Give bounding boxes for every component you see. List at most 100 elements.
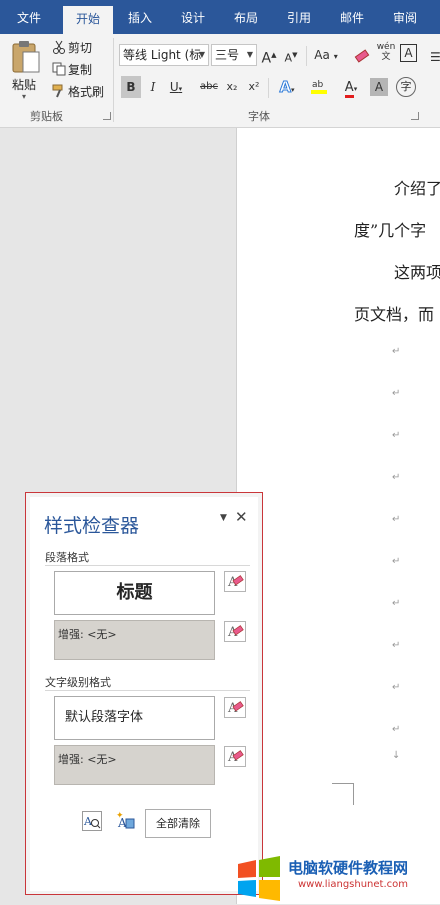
format-painter-label: 格式刷 — [68, 85, 105, 99]
strikethrough-button[interactable]: abc — [198, 76, 220, 98]
highlighter-icon: ab — [311, 80, 327, 94]
eraser-icon: A — [227, 750, 244, 765]
paragraph-style-box[interactable]: 标题 — [54, 571, 215, 615]
text-level-format-label: 文字级别格式 — [45, 676, 111, 689]
font-color-icon: A — [344, 80, 354, 98]
paragraph-mark-icon: ↵ — [392, 682, 401, 693]
underline-label: U — [169, 80, 179, 94]
reset-paragraph-style-button[interactable]: A — [224, 571, 246, 592]
italic-button[interactable]: I — [145, 76, 161, 98]
document-line: 度”几个字 — [354, 221, 427, 240]
paragraph-mark-icon: ↵ — [392, 514, 401, 525]
grow-font-icon: A — [261, 50, 272, 67]
paragraph-mark-icon: ↵ — [392, 430, 401, 441]
change-case-label: Aa — [314, 48, 330, 62]
reveal-formatting-button[interactable]: A — [82, 811, 102, 831]
new-style-button[interactable]: A ✦ — [114, 810, 136, 832]
pane-title: 样式检查器 — [44, 515, 140, 537]
section-divider — [45, 565, 250, 566]
text-plus-value: 增强: <无> — [58, 753, 117, 766]
change-case-button[interactable]: Aa ▾ — [310, 44, 342, 66]
phonetic-guide-button[interactable]: wén 文 — [376, 42, 396, 64]
divider — [306, 46, 307, 66]
shrink-font-button[interactable]: A▼ — [283, 44, 299, 66]
tab-insert[interactable]: 插入 — [117, 0, 163, 34]
chevron-down-icon: ▾ — [22, 92, 27, 101]
ribbon-home: 粘贴 ▾ 剪切 复制 格式刷 剪贴板 等线 Light (标 ▼ 三号 ▼ A▲… — [0, 34, 440, 128]
document-line: 介绍了 — [394, 179, 440, 198]
paragraph-mark-icon: ↵ — [392, 556, 401, 567]
style-inspector-body: 样式检查器 ▼ ✕ 段落格式 标题 A 增强: <无> A 文字级别格式 默认段… — [30, 497, 258, 891]
paragraph-mark-icon: ↵ — [392, 640, 401, 651]
clipboard-launcher-icon[interactable] — [103, 112, 111, 120]
chevron-down-icon: ▾ — [178, 85, 183, 93]
tab-references[interactable]: 引用 — [276, 0, 322, 34]
document-line: 这两项 — [394, 263, 440, 282]
reset-text-style-button[interactable]: A — [224, 697, 246, 718]
paragraph-style-name: 标题 — [116, 582, 153, 603]
copy-icon — [52, 62, 66, 76]
chevron-down-icon: ▾ — [353, 85, 358, 93]
clear-formatting-button[interactable] — [352, 44, 372, 66]
text-plus-box[interactable]: 增强: <无> — [54, 745, 215, 785]
clear-paragraph-formatting-button[interactable]: A — [224, 621, 246, 642]
clear-style-icon: A — [227, 701, 244, 716]
tab-design[interactable]: 设计 — [170, 0, 216, 34]
font-size-value: 三号 — [215, 48, 240, 62]
copy-button[interactable]: 复制 — [52, 60, 92, 80]
font-launcher-icon[interactable] — [411, 112, 419, 120]
clear-all-button[interactable]: 全部清除 — [145, 809, 211, 838]
clipboard-group-label: 剪贴板 — [30, 110, 63, 123]
character-border-button[interactable]: A — [400, 44, 417, 62]
underline-button[interactable]: U▾ — [166, 76, 186, 98]
chevron-down-icon: ▾ — [333, 52, 338, 61]
paste-button[interactable]: 粘贴 ▾ — [6, 38, 46, 104]
phonetic-guide-label: wén — [376, 42, 396, 52]
new-style-icon: A✦ — [116, 811, 135, 830]
enclose-characters-button[interactable]: 字 — [396, 77, 416, 97]
windows-logo — [236, 856, 282, 902]
subscript-button[interactable]: x₂ — [223, 76, 241, 98]
watermark-url: www.liangshunet.com — [298, 879, 408, 890]
brush-icon — [52, 84, 66, 98]
superscript-button[interactable]: x² — [245, 76, 263, 98]
clipboard-icon — [12, 41, 40, 73]
bold-button[interactable]: B — [121, 76, 141, 98]
tab-layout[interactable]: 布局 — [223, 0, 269, 34]
grow-font-button[interactable]: A▲ — [261, 44, 277, 67]
font-size-select[interactable]: 三号 ▼ — [211, 44, 257, 66]
font-color-button[interactable]: A▾ — [338, 76, 364, 98]
page-corner-mark — [332, 783, 354, 805]
font-name-select[interactable]: 等线 Light (标 ▼ — [119, 44, 209, 66]
tab-home[interactable]: 开始 — [63, 6, 113, 34]
close-icon[interactable]: ✕ — [235, 508, 248, 526]
paragraph-mark-icon: ↵ — [392, 346, 401, 357]
text-style-box[interactable]: 默认段落字体 — [54, 696, 215, 740]
character-shading-button[interactable]: A — [370, 78, 388, 96]
style-inspector-pane: 样式检查器 ▼ ✕ 段落格式 标题 A 增强: <无> A 文字级别格式 默认段… — [25, 492, 263, 895]
divider — [268, 78, 269, 98]
paragraph-mark-icon: ↓ — [392, 750, 401, 761]
tab-review[interactable]: 审阅 — [382, 0, 428, 34]
text-effects-button[interactable]: A▾ — [274, 76, 300, 98]
scissors-icon — [52, 40, 66, 54]
document-line: 页文档，而 — [354, 305, 435, 324]
list-icon[interactable]: ☰ — [430, 46, 440, 68]
ribbon-tab-bar: 文件 开始 插入 设计 布局 引用 邮件 审阅 — [0, 0, 440, 34]
paragraph-mark-icon: ↵ — [392, 472, 401, 483]
font-group-label: 字体 — [248, 110, 270, 123]
copy-label: 复制 — [68, 63, 93, 77]
format-painter-button[interactable]: 格式刷 — [52, 82, 104, 102]
cut-button[interactable]: 剪切 — [52, 38, 92, 58]
tab-mailings[interactable]: 邮件 — [329, 0, 375, 34]
cut-label: 剪切 — [68, 41, 93, 55]
highlight-button[interactable]: ab — [306, 76, 332, 98]
paragraph-plus-box[interactable]: 增强: <无> — [54, 620, 215, 660]
clear-text-formatting-button[interactable]: A — [224, 746, 246, 767]
font-name-value: 等线 Light (标 — [123, 48, 202, 62]
paragraph-mark-icon: ↵ — [392, 388, 401, 399]
chevron-down-icon: ▾ — [291, 86, 295, 94]
tab-file[interactable]: 文件 — [6, 0, 52, 34]
pane-options-chevron-icon[interactable]: ▼ — [220, 513, 227, 523]
text-effects-icon: A — [279, 78, 292, 97]
